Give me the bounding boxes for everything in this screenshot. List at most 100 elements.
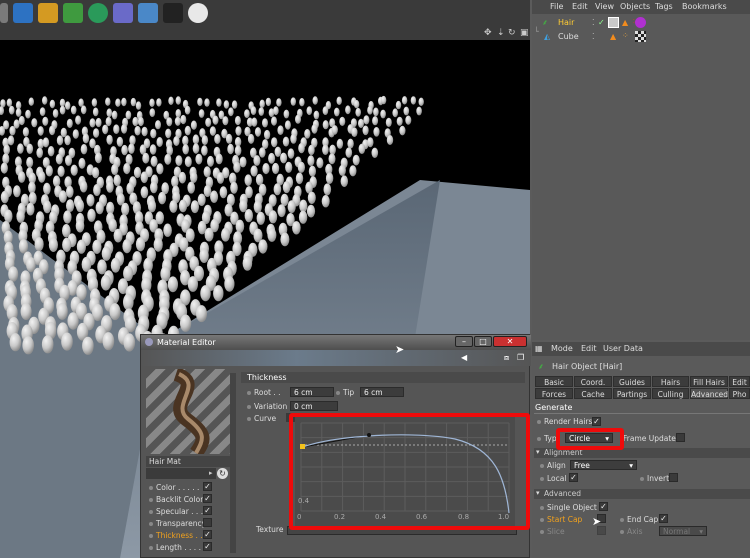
keyframe-dot[interactable] (537, 420, 541, 424)
phong-tag-icon[interactable]: ▲ (610, 32, 616, 41)
keyframe-dot[interactable] (336, 391, 340, 395)
object-name[interactable]: Cube (558, 32, 579, 41)
keyframe-dot[interactable] (540, 464, 544, 468)
tab-cache[interactable]: Cache (574, 388, 612, 399)
menu-mode[interactable]: Mode (551, 344, 573, 353)
channel-color[interactable]: Color . . . . . (149, 483, 199, 492)
pen-tool-icon[interactable] (38, 3, 58, 23)
tab-basic[interactable]: Basic (535, 376, 573, 387)
back-arrow-icon[interactable]: ◀ (461, 353, 467, 362)
keyframe-dot[interactable] (540, 518, 544, 522)
visibility-dots[interactable]: ⁚ (592, 32, 595, 41)
channel-thickness[interactable]: Thickness . . . (149, 531, 207, 540)
collapse-icon[interactable]: ▾ (536, 489, 540, 497)
cube-tool-icon[interactable] (13, 3, 33, 23)
tab-culling[interactable]: Culling (652, 388, 689, 399)
hair-strand (9, 333, 22, 352)
object-row-cube[interactable]: └ ◭ Cube ⁚ ▲ ⁘ (532, 27, 750, 44)
root-input[interactable]: 6 cm (290, 387, 334, 397)
channel-specular[interactable]: Specular . . . . (149, 507, 208, 516)
update-icon[interactable]: ↻ (217, 468, 228, 479)
new-window-icon[interactable]: ❐ (517, 353, 524, 362)
menu-objects[interactable]: Objects (620, 2, 650, 11)
local-checkbox[interactable]: ✓ (569, 473, 578, 482)
keyframe-dot[interactable] (620, 518, 624, 522)
backlit-checkbox[interactable]: ✓ (203, 494, 212, 503)
render-tag-icon[interactable]: ▲ (622, 18, 628, 27)
keyframe-dot[interactable] (540, 530, 544, 534)
keyframe-dot[interactable] (540, 477, 544, 481)
tab-fill-hairs[interactable]: Fill Hairs (690, 376, 728, 387)
maximize-button[interactable]: □ (474, 336, 492, 347)
collapse-icon[interactable]: ▾ (536, 448, 540, 456)
visibility-dots[interactable]: ⁚ (592, 18, 595, 27)
channel-backlit-color[interactable]: Backlit Color (149, 495, 203, 504)
move-view-icon[interactable]: ✥ (484, 28, 492, 38)
tip-input[interactable]: 6 cm (360, 387, 404, 397)
lock-icon[interactable]: ⧈ (504, 353, 509, 363)
tab-hairs[interactable]: Hairs (652, 376, 689, 387)
subdivision-icon[interactable] (63, 3, 83, 23)
menu-tags[interactable]: Tags (655, 2, 673, 11)
tab-edit[interactable]: Edit (729, 376, 750, 387)
hair-material-icon[interactable] (635, 17, 646, 28)
scrollbar[interactable] (230, 373, 236, 553)
menu-edit[interactable]: Edit (572, 2, 588, 11)
rotate-view-icon[interactable]: ↻ (508, 28, 516, 38)
menu-user-data[interactable]: User Data (603, 344, 643, 353)
keyframe-dot[interactable] (620, 530, 624, 534)
deformer-icon[interactable] (113, 3, 133, 23)
hair-tag-icon[interactable] (608, 17, 619, 28)
invert-checkbox[interactable] (669, 473, 678, 482)
single-object-checkbox[interactable]: ✓ (599, 502, 608, 511)
keyframe-dot[interactable] (247, 391, 251, 395)
floor-icon[interactable] (138, 3, 158, 23)
tab-partings[interactable]: Partings (613, 388, 651, 399)
array-icon[interactable] (88, 3, 108, 23)
specular-checkbox[interactable]: ✓ (203, 506, 212, 515)
keyframe-dot[interactable] (540, 506, 544, 510)
frame-update-checkbox[interactable] (676, 433, 685, 442)
variation-input[interactable]: 0 cm (290, 401, 338, 411)
end-cap-checkbox[interactable]: ✓ (659, 514, 668, 523)
channel-length[interactable]: Length . . . . . (149, 543, 206, 552)
length-checkbox[interactable]: ✓ (203, 542, 212, 551)
material-name[interactable]: Hair Mat (146, 456, 231, 467)
color-checkbox[interactable]: ✓ (203, 482, 212, 491)
thickness-checkbox[interactable]: ✓ (203, 530, 212, 539)
tab-pho[interactable]: Pho (729, 388, 750, 399)
tab-advanced[interactable]: Advanced (690, 388, 728, 399)
material-name-field[interactable] (146, 468, 209, 479)
object-name[interactable]: Hair (558, 18, 574, 27)
menu-attr-edit[interactable]: Edit (581, 344, 597, 353)
axis-dropdown[interactable]: Normal ▾ (659, 526, 707, 536)
object-row-hair[interactable]: ⸙ Hair ⁚ ✓ ▲ ⁙ (532, 17, 750, 30)
close-button[interactable]: ✕ (493, 336, 527, 347)
tab-guides[interactable]: Guides (613, 376, 651, 387)
maximize-view-icon[interactable]: ▣ (520, 28, 529, 38)
transparency-checkbox[interactable] (203, 518, 212, 527)
checker-material-icon[interactable] (635, 31, 646, 42)
zoom-view-icon[interactable]: ⇣ (497, 28, 505, 38)
keyframe-dot[interactable] (537, 437, 541, 441)
render-hairs-checkbox[interactable]: ✓ (592, 417, 601, 426)
menu-view[interactable]: View (595, 2, 614, 11)
tab-forces[interactable]: Forces (535, 388, 573, 399)
enabled-check-icon[interactable]: ✓ (598, 18, 605, 27)
light-icon[interactable] (188, 3, 208, 23)
keyframe-dot[interactable] (640, 477, 644, 481)
menu-bookmarks[interactable]: Bookmarks (682, 2, 727, 11)
tab-coord[interactable]: Coord. (574, 376, 612, 387)
menu-file[interactable]: File (550, 2, 563, 11)
minimize-button[interactable]: – (455, 336, 473, 347)
texture-tag-icon[interactable]: ⁘ (622, 31, 629, 40)
scroll-arrow-icon[interactable]: ▸ (209, 468, 216, 479)
channel-transparency[interactable]: Transparency (149, 519, 206, 528)
hair-strand (306, 204, 316, 218)
advanced-section[interactable]: Advanced (534, 489, 750, 499)
material-preview[interactable] (146, 367, 231, 458)
keyframe-dot[interactable] (247, 405, 251, 409)
align-dropdown[interactable]: Free ▾ (570, 460, 637, 470)
keyframe-dot[interactable] (247, 417, 251, 421)
camera-icon[interactable] (163, 3, 183, 23)
